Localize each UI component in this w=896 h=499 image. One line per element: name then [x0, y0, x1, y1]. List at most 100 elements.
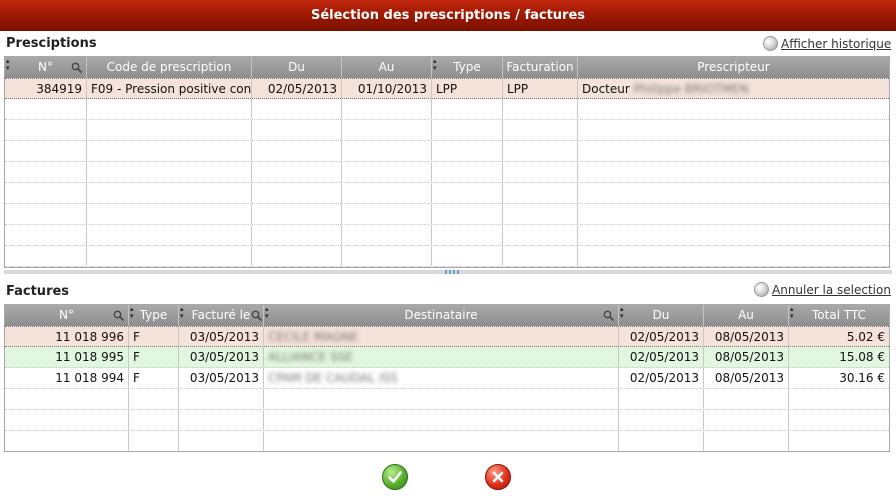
- empty-cell: [252, 141, 342, 161]
- cell-code: F09 - Pression positive conti: [87, 79, 252, 98]
- cell-facture-le: 03/05/2013: [179, 347, 264, 367]
- empty-cell: [87, 204, 252, 224]
- empty-cell: [578, 183, 889, 203]
- cell-total: 30.16 €: [839, 371, 885, 385]
- sort-arrows-icon[interactable]: ▴ ▾: [790, 306, 794, 320]
- empty-cell: [432, 141, 503, 161]
- prescriptions-grid: ▴ ▾ N° Code de prescription Du Au ▴ ▾ Type…: [4, 56, 890, 268]
- table-row[interactable]: 11 018 995 F 03/05/2013 ALLIANCE SSE 02/…: [5, 347, 889, 368]
- empty-cell: [5, 162, 87, 182]
- magnifier-icon[interactable]: [251, 310, 262, 321]
- col-header-au[interactable]: Au: [704, 305, 789, 326]
- cell-num: 11 018 995: [5, 347, 129, 367]
- empty-cell: [252, 204, 342, 224]
- empty-cell: [578, 225, 889, 245]
- col-header-destinataire[interactable]: ▴ ▾ Destinataire: [264, 305, 619, 326]
- col-header-total[interactable]: ▴ ▾ Total TTC: [789, 305, 889, 326]
- cell-type: F: [129, 347, 179, 367]
- col-header-au[interactable]: Au: [342, 57, 432, 78]
- empty-row: [5, 99, 889, 120]
- empty-cell: [87, 99, 252, 119]
- empty-cell: [342, 225, 432, 245]
- cell-du: 02/05/2013: [619, 327, 704, 346]
- col-header-prescripteur[interactable]: Prescripteur: [578, 57, 889, 78]
- col-header-du[interactable]: Du: [252, 57, 342, 78]
- cell-facture-le: 03/05/2013: [179, 327, 264, 346]
- empty-row: [5, 225, 889, 246]
- table-row[interactable]: 11 018 996 F 03/05/2013 CECILE MAGNE 02/…: [5, 326, 889, 347]
- empty-cell: [432, 246, 503, 266]
- cancel-button[interactable]: [485, 464, 511, 490]
- col-header-facturation[interactable]: Facturation: [503, 57, 578, 78]
- col-header-type[interactable]: ▴ ▾ Type: [432, 57, 503, 78]
- pane-splitter[interactable]: [4, 270, 892, 274]
- empty-cell: [87, 162, 252, 182]
- empty-cell: [179, 389, 264, 409]
- cell-destinataire: CECILE MAGNE: [264, 327, 619, 346]
- magnifier-icon[interactable]: [603, 310, 614, 321]
- empty-cell: [5, 141, 87, 161]
- redacted-text: ALLIANCE SSE: [268, 350, 353, 364]
- empty-row: [5, 389, 889, 410]
- empty-cell: [503, 183, 578, 203]
- table-row[interactable]: 384919 F09 - Pression positive conti 02/…: [5, 78, 889, 99]
- cell-total: 15.08 €: [839, 350, 885, 364]
- magnifier-icon[interactable]: [113, 310, 124, 321]
- cell-type: F: [129, 327, 179, 346]
- empty-cell: [578, 204, 889, 224]
- sort-arrows-icon[interactable]: ▴ ▾: [433, 58, 437, 72]
- empty-cell: [432, 99, 503, 119]
- col-header-num[interactable]: N°: [5, 305, 129, 326]
- empty-cell: [252, 225, 342, 245]
- empty-cell: [179, 431, 264, 451]
- empty-cell: [789, 431, 889, 451]
- empty-cell: [252, 120, 342, 140]
- sort-arrows-icon[interactable]: ▴ ▾: [6, 58, 10, 72]
- col-header-facture-le[interactable]: ▴ ▾ Facturé le: [179, 305, 264, 326]
- empty-cell: [252, 246, 342, 266]
- col-header-type[interactable]: ▴ ▾ Type: [129, 305, 179, 326]
- empty-cell: [5, 120, 87, 140]
- bullet-icon: [754, 282, 769, 297]
- empty-cell: [342, 99, 432, 119]
- empty-cell: [5, 389, 129, 409]
- table-row[interactable]: 11 018 994 F 03/05/2013 CPAM DE CAUDAL I…: [5, 368, 889, 389]
- cell-au: 08/05/2013: [704, 327, 789, 346]
- cell-destinataire: CPAM DE CAUDAL ISS: [264, 368, 619, 388]
- col-header-du[interactable]: ▴ ▾ Du: [619, 305, 704, 326]
- factures-header: N° ▴ ▾ Type ▴ ▾ Facturé le ▴ ▾ Destinataire…: [5, 305, 889, 326]
- col-header-num[interactable]: ▴ ▾ N°: [5, 57, 87, 78]
- empty-cell: [342, 120, 432, 140]
- empty-row: [5, 141, 889, 162]
- cell-total: 5.02 €: [846, 330, 885, 344]
- empty-cell: [342, 183, 432, 203]
- redacted-text: CPAM DE CAUDAL ISS: [268, 371, 398, 385]
- empty-cell: [264, 431, 619, 451]
- empty-cell: [503, 225, 578, 245]
- magnifier-icon[interactable]: [71, 62, 82, 73]
- empty-cell: [5, 246, 87, 266]
- empty-cell: [342, 141, 432, 161]
- empty-cell: [432, 204, 503, 224]
- show-history-link[interactable]: Afficher historique: [763, 36, 891, 51]
- empty-cell: [87, 246, 252, 266]
- empty-cell: [704, 431, 789, 451]
- cell-au: 08/05/2013: [704, 347, 789, 367]
- empty-cell: [252, 162, 342, 182]
- sort-arrows-icon[interactable]: ▴ ▾: [180, 306, 184, 320]
- empty-cell: [342, 246, 432, 266]
- empty-cell: [252, 183, 342, 203]
- sort-arrows-icon[interactable]: ▴ ▾: [620, 306, 624, 320]
- cancel-selection-link[interactable]: Annuler la selection: [754, 282, 891, 297]
- empty-cell: [179, 410, 264, 430]
- empty-row: [5, 204, 889, 225]
- factures-title: Factures: [6, 284, 70, 299]
- sort-arrows-icon[interactable]: ▴ ▾: [265, 306, 269, 320]
- col-header-code[interactable]: Code de prescription: [87, 57, 252, 78]
- empty-cell: [619, 431, 704, 451]
- cell-du: 02/05/2013: [619, 368, 704, 388]
- empty-cell: [578, 120, 889, 140]
- sort-arrows-icon[interactable]: ▴ ▾: [130, 306, 134, 320]
- empty-cell: [342, 204, 432, 224]
- validate-button[interactable]: [382, 464, 408, 490]
